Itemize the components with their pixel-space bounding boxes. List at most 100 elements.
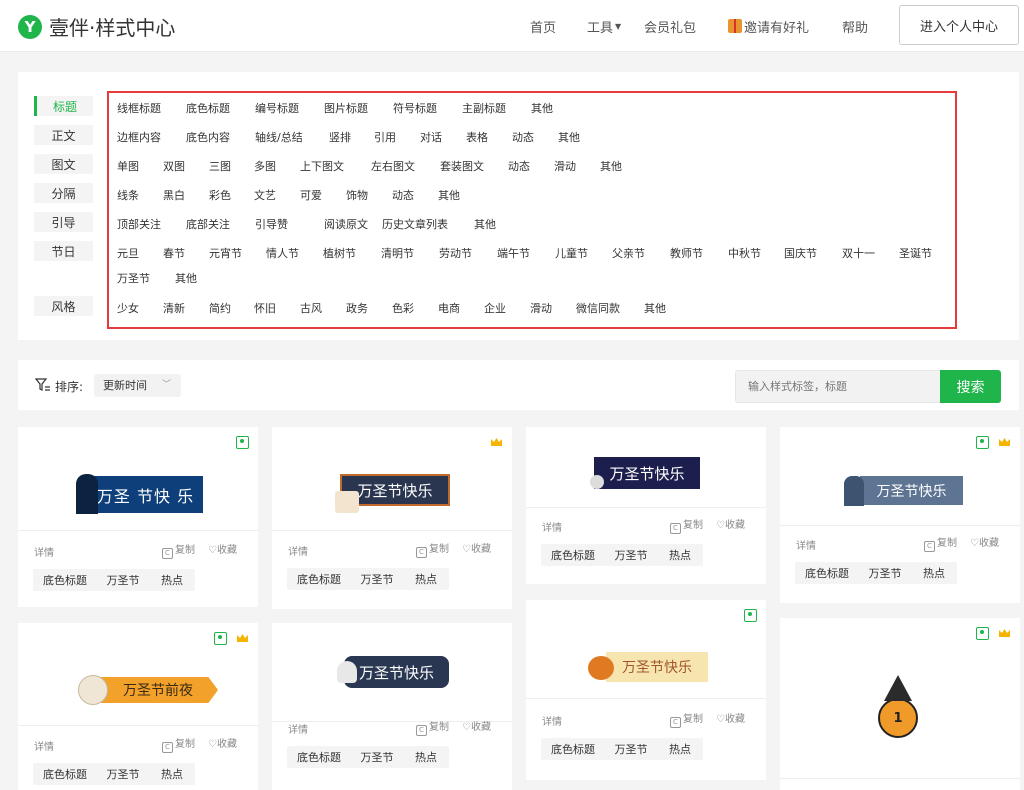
style-card[interactable]: 万圣节快乐 详情 C 复制 ♡收藏 底色标题 万圣节 热点 [272, 623, 512, 790]
subcategory-tag[interactable]: 植树节 [323, 245, 356, 261]
favorite-button[interactable]: ♡收藏 [462, 540, 491, 555]
style-card[interactable]: 1 [780, 618, 1020, 790]
card-tag[interactable]: 热点 [149, 569, 195, 591]
subcategory-tag[interactable]: 底部关注 [186, 216, 230, 232]
category-divider[interactable]: 分隔 [34, 183, 93, 203]
copy-button[interactable]: C 复制 [670, 710, 703, 728]
subcategory-tag[interactable]: 电商 [438, 300, 460, 316]
card-tag[interactable]: 万圣节 [95, 763, 151, 785]
card-tag[interactable]: 热点 [149, 763, 195, 785]
card-tag[interactable]: 热点 [657, 544, 703, 566]
subcategory-tag[interactable]: 万圣节 [117, 270, 150, 286]
subcategory-tag[interactable]: 儿童节 [555, 245, 588, 261]
subcategory-tag[interactable]: 父亲节 [612, 245, 645, 261]
subcategory-tag[interactable]: 边框内容 [117, 129, 161, 145]
style-card[interactable]: 万圣节快乐 详情 C 复制 ♡收藏 底色标题 万圣节 热点 [780, 427, 1020, 603]
subcategory-tag[interactable]: 多图 [254, 158, 276, 174]
category-body[interactable]: 正文 [34, 125, 93, 145]
subcategory-tag[interactable]: 政务 [346, 300, 368, 316]
subcategory-tag[interactable]: 清明节 [381, 245, 414, 261]
card-preview[interactable]: 万圣节快乐 [526, 427, 766, 507]
card-tag[interactable]: 底色标题 [33, 569, 97, 591]
personal-center-button[interactable]: 进入个人中心 [899, 5, 1019, 45]
subcategory-tag[interactable]: 套装图文 [440, 158, 484, 174]
copy-button[interactable]: C 复制 [924, 534, 957, 552]
subcategory-tag[interactable]: 其他 [644, 300, 666, 316]
subcategory-tag[interactable]: 圣诞节 [899, 245, 932, 261]
copy-button[interactable]: C 复制 [162, 541, 195, 559]
subcategory-tag[interactable]: 劳动节 [439, 245, 472, 261]
search-button[interactable]: 搜索 [940, 370, 1001, 403]
card-preview[interactable]: 万圣节快乐 [272, 427, 512, 530]
card-tag[interactable]: 热点 [403, 568, 449, 590]
search-input[interactable] [735, 370, 941, 403]
detail-link[interactable]: 详情 [288, 721, 308, 736]
style-card[interactable]: 万圣 节快 乐详情 C 复制 ♡收藏 底色标题 万圣节 热点 [18, 427, 258, 607]
card-tag[interactable]: 万圣节 [349, 568, 405, 590]
favorite-button[interactable]: ♡收藏 [970, 534, 999, 549]
card-tag[interactable]: 底色标题 [33, 763, 97, 785]
subcategory-tag[interactable]: 其他 [474, 216, 496, 232]
card-tag[interactable]: 底色标题 [541, 738, 605, 760]
card-preview[interactable]: 万圣 节快 乐 [18, 427, 258, 530]
subcategory-tag[interactable]: 符号标题 [393, 100, 437, 116]
subcategory-tag[interactable]: 底色标题 [186, 100, 230, 116]
detail-link[interactable]: 详情 [34, 738, 54, 753]
favorite-button[interactable]: ♡收藏 [716, 516, 745, 531]
subcategory-tag[interactable]: 少女 [117, 300, 139, 316]
subcategory-tag[interactable]: 上下图文 [300, 158, 344, 174]
detail-link[interactable]: 详情 [796, 537, 816, 552]
card-tag[interactable]: 底色标题 [795, 562, 859, 584]
copy-button[interactable]: C 复制 [162, 735, 195, 753]
subcategory-tag[interactable]: 线框标题 [117, 100, 161, 116]
style-card[interactable]: 万圣节快乐 详情 C 复制 ♡收藏 底色标题 万圣节 热点 [526, 427, 766, 584]
card-tag[interactable]: 底色标题 [541, 544, 605, 566]
subcategory-tag[interactable]: 三图 [209, 158, 231, 174]
subcategory-tag[interactable]: 对话 [420, 129, 442, 145]
nav-help[interactable]: 帮助 [842, 0, 868, 52]
subcategory-tag[interactable]: 滑动 [554, 158, 576, 174]
subcategory-tag[interactable]: 其他 [600, 158, 622, 174]
subcategory-tag[interactable]: 双图 [163, 158, 185, 174]
subcategory-tag[interactable]: 线条 [117, 187, 139, 203]
subcategory-tag[interactable]: 简约 [209, 300, 231, 316]
category-title[interactable]: 标题 [34, 96, 93, 116]
favorite-button[interactable]: ♡收藏 [716, 710, 745, 725]
card-tag[interactable]: 热点 [403, 746, 449, 768]
subcategory-tag[interactable]: 国庆节 [784, 245, 817, 261]
detail-link[interactable]: 详情 [542, 519, 562, 534]
card-tag[interactable]: 万圣节 [95, 569, 151, 591]
subcategory-tag[interactable]: 主副标题 [462, 100, 506, 116]
style-card[interactable]: 万圣节前夜 详情 C 复制 ♡收藏 底色标题 万圣节 热点 [18, 623, 258, 790]
subcategory-tag[interactable]: 表格 [466, 129, 488, 145]
card-tag[interactable]: 热点 [657, 738, 703, 760]
subcategory-tag[interactable]: 历史文章列表 [382, 216, 448, 232]
nav-home[interactable]: 首页 [530, 0, 556, 52]
subcategory-tag[interactable]: 元宵节 [209, 245, 242, 261]
subcategory-tag[interactable]: 色彩 [392, 300, 414, 316]
subcategory-tag[interactable]: 左右图文 [371, 158, 415, 174]
subcategory-tag[interactable]: 文艺 [254, 187, 276, 203]
favorite-button[interactable]: ♡收藏 [208, 735, 237, 750]
subcategory-tag[interactable]: 其他 [175, 270, 197, 286]
subcategory-tag[interactable]: 微信同款 [576, 300, 620, 316]
subcategory-tag[interactable]: 元旦 [117, 245, 139, 261]
card-tag[interactable]: 热点 [911, 562, 957, 584]
subcategory-tag[interactable]: 单图 [117, 158, 139, 174]
subcategory-tag[interactable]: 其他 [438, 187, 460, 203]
subcategory-tag[interactable]: 其他 [558, 129, 580, 145]
category-guide[interactable]: 引导 [34, 212, 93, 232]
subcategory-tag[interactable]: 阅读原文 [324, 216, 368, 232]
copy-button[interactable]: C 复制 [416, 540, 449, 558]
card-tag[interactable]: 万圣节 [349, 746, 405, 768]
sort-dropdown[interactable]: 更新时间 ﹀ [94, 374, 181, 397]
subcategory-tag[interactable]: 可爱 [300, 187, 322, 203]
detail-link[interactable]: 详情 [34, 544, 54, 559]
favorite-button[interactable]: ♡收藏 [462, 718, 491, 733]
copy-button[interactable]: C 复制 [670, 516, 703, 534]
subcategory-tag[interactable]: 饰物 [346, 187, 368, 203]
card-tag[interactable]: 万圣节 [857, 562, 913, 584]
subcategory-tag[interactable]: 动态 [392, 187, 414, 203]
subcategory-tag[interactable]: 引导赞 [255, 216, 288, 232]
subcategory-tag[interactable]: 双十一 [842, 245, 875, 261]
